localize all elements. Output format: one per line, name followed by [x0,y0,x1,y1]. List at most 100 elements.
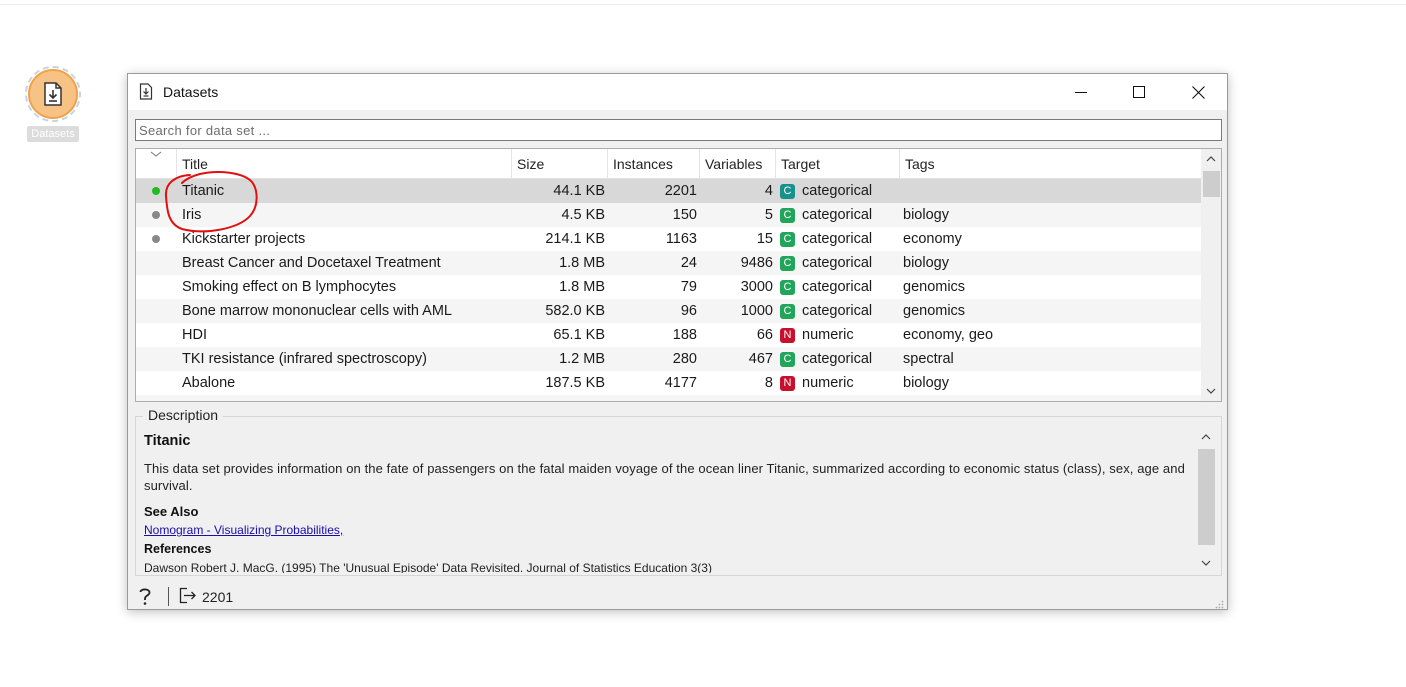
close-button[interactable] [1169,74,1227,110]
cell-size: 582.0 KB [545,303,605,319]
cell-title: Smoking effect on B lymphocytes [182,279,397,295]
search-input[interactable] [135,119,1222,141]
maximize-button[interactable] [1110,74,1168,110]
categorical-type-icon: C [780,304,795,319]
cell-size: 187.5 KB [545,375,605,391]
table-row[interactable]: Iris 4.5 KB 150 5 Ccategorical biology [136,203,1201,227]
cell-title: TKI resistance (infrared spectroscopy) [182,351,427,367]
minimize-button[interactable] [1052,74,1110,110]
status-bar: 2201 [128,582,1227,609]
local-status-dot [152,211,160,219]
description-panel: Titanic This data set provides informati… [137,427,1194,573]
cell-variables: 66 [756,327,773,343]
description-scroll-thumb[interactable] [1198,449,1215,545]
description-scrollbar[interactable] [1196,427,1216,574]
table-row[interactable]: TKI resistance (infrared spectroscopy) 1.… [136,347,1201,371]
column-header-size[interactable]: Size [512,149,608,178]
target-type-label: categorical [802,183,873,199]
close-icon [1191,85,1205,99]
cell-tags: economy, geo [903,327,994,343]
datasets-widget-node[interactable]: Datasets [24,66,86,146]
cell-target: Nnumeric [780,323,898,347]
column-header-instances[interactable]: Instances [608,149,700,178]
target-type-label: categorical [802,351,873,367]
cell-tags: economy [903,231,962,247]
cell-size: 214.1 KB [545,231,605,247]
table-row[interactable]: Titanic 44.1 KB 2201 4 Ccategorical [136,179,1201,203]
scroll-thumb[interactable] [1203,171,1220,197]
see-also-link[interactable]: Nomogram - Visualizing Probabilities, [144,523,343,537]
window-title: Datasets [163,84,219,100]
table-row[interactable]: Bone marrow mononuclear cells with AML 58… [136,299,1201,323]
cell-tags [903,179,1193,203]
loaded-status-dot [152,187,160,195]
cell-size: 44.1 KB [553,183,605,199]
cell-size: 65.1 KB [553,327,605,343]
cell-variables: 9486 [740,255,773,271]
table-row[interactable]: Smoking effect on B lymphocytes 1.8 MB 79 3… [136,275,1201,299]
see-also-link-comma: , [339,523,344,537]
cell-instances: 2201 [664,183,697,199]
cell-instances: 96 [680,303,697,319]
table-row[interactable]: HDI 65.1 KB 188 66 Nnumeric economy, geo [136,323,1201,347]
categorical-type-icon: C [780,208,795,223]
target-type-label: categorical [802,207,873,223]
status-separator [168,587,169,606]
scroll-up-button[interactable] [1201,149,1221,169]
cell-instances: 4177 [664,375,697,391]
description-text: This data set provides information on th… [144,461,1185,493]
minimize-icon [1075,92,1087,93]
categorical-type-icon: C [780,280,795,295]
widget-label: Datasets [27,126,79,142]
table-row[interactable]: Breast Cancer and Docetaxel Treatment 1.8… [136,251,1201,275]
cell-tags: genomics [903,303,966,319]
cell-size: 1.8 MB [559,255,605,271]
cell-target: Ccategorical [780,203,898,227]
table-row-partial[interactable] [136,395,1201,401]
table-body: Titanic 44.1 KB 2201 4 Ccategorical Iris 4.5 K… [136,179,1201,401]
chevron-down-icon [1206,388,1216,394]
description-scroll-down-button[interactable] [1196,553,1216,573]
table-row[interactable]: Kickstarter projects 214.1 KB 1163 15 Ccateg… [136,227,1201,251]
cell-title: Bone marrow mononuclear cells with AML [182,303,452,319]
cell-tags: biology [903,255,949,271]
reference-text: Dawson Robert J. MacG. (1995) The 'Unusu… [144,561,712,573]
table-scrollbar[interactable] [1201,149,1221,401]
title-bar[interactable]: Datasets [128,74,1227,110]
output-count: 2201 [202,589,234,605]
cell-tags: genomics [903,279,966,295]
table-row[interactable]: Abalone 187.5 KB 4177 8 Nnumeric biology [136,371,1201,395]
chevron-up-icon [1201,434,1211,440]
scroll-down-button[interactable] [1201,381,1221,401]
sort-chevron-icon [150,151,162,157]
datasets-window-icon [139,83,153,105]
cell-tags: spectral [903,351,954,367]
column-header-variables[interactable]: Variables [700,149,776,178]
download-doc-icon [44,82,62,106]
cell-instances: 1163 [665,231,697,247]
column-header-tags[interactable]: Tags [900,149,1201,178]
numeric-type-icon: N [780,376,795,391]
resize-grip-icon[interactable] [1214,596,1224,614]
column-header-target[interactable]: Target [776,149,900,178]
cell-target: Ccategorical [780,275,898,299]
cell-size: 1.2 MB [559,351,605,367]
cell-size: 4.5 KB [561,207,605,223]
cell-title: Breast Cancer and Docetaxel Treatment [182,255,441,271]
cell-variables: 5 [764,207,773,223]
cell-instances: 79 [680,279,697,295]
widget-icon-circle[interactable] [28,69,78,119]
description-legend: Description [143,407,224,423]
cell-target: Nnumeric [780,371,898,395]
cell-variables: 467 [748,351,773,367]
categorical-type-icon: C [780,352,795,367]
cell-target: Ccategorical [780,299,898,323]
target-type-label: numeric [802,375,854,391]
target-type-label: categorical [802,231,873,247]
help-icon[interactable] [137,586,153,611]
see-also-link-text[interactable]: Nomogram - Visualizing Probabilities [144,523,340,537]
output-icon [179,587,197,609]
description-scroll-up-button[interactable] [1196,427,1216,447]
cell-instances: 150 [672,207,697,223]
cell-target: Ccategorical [780,179,898,203]
